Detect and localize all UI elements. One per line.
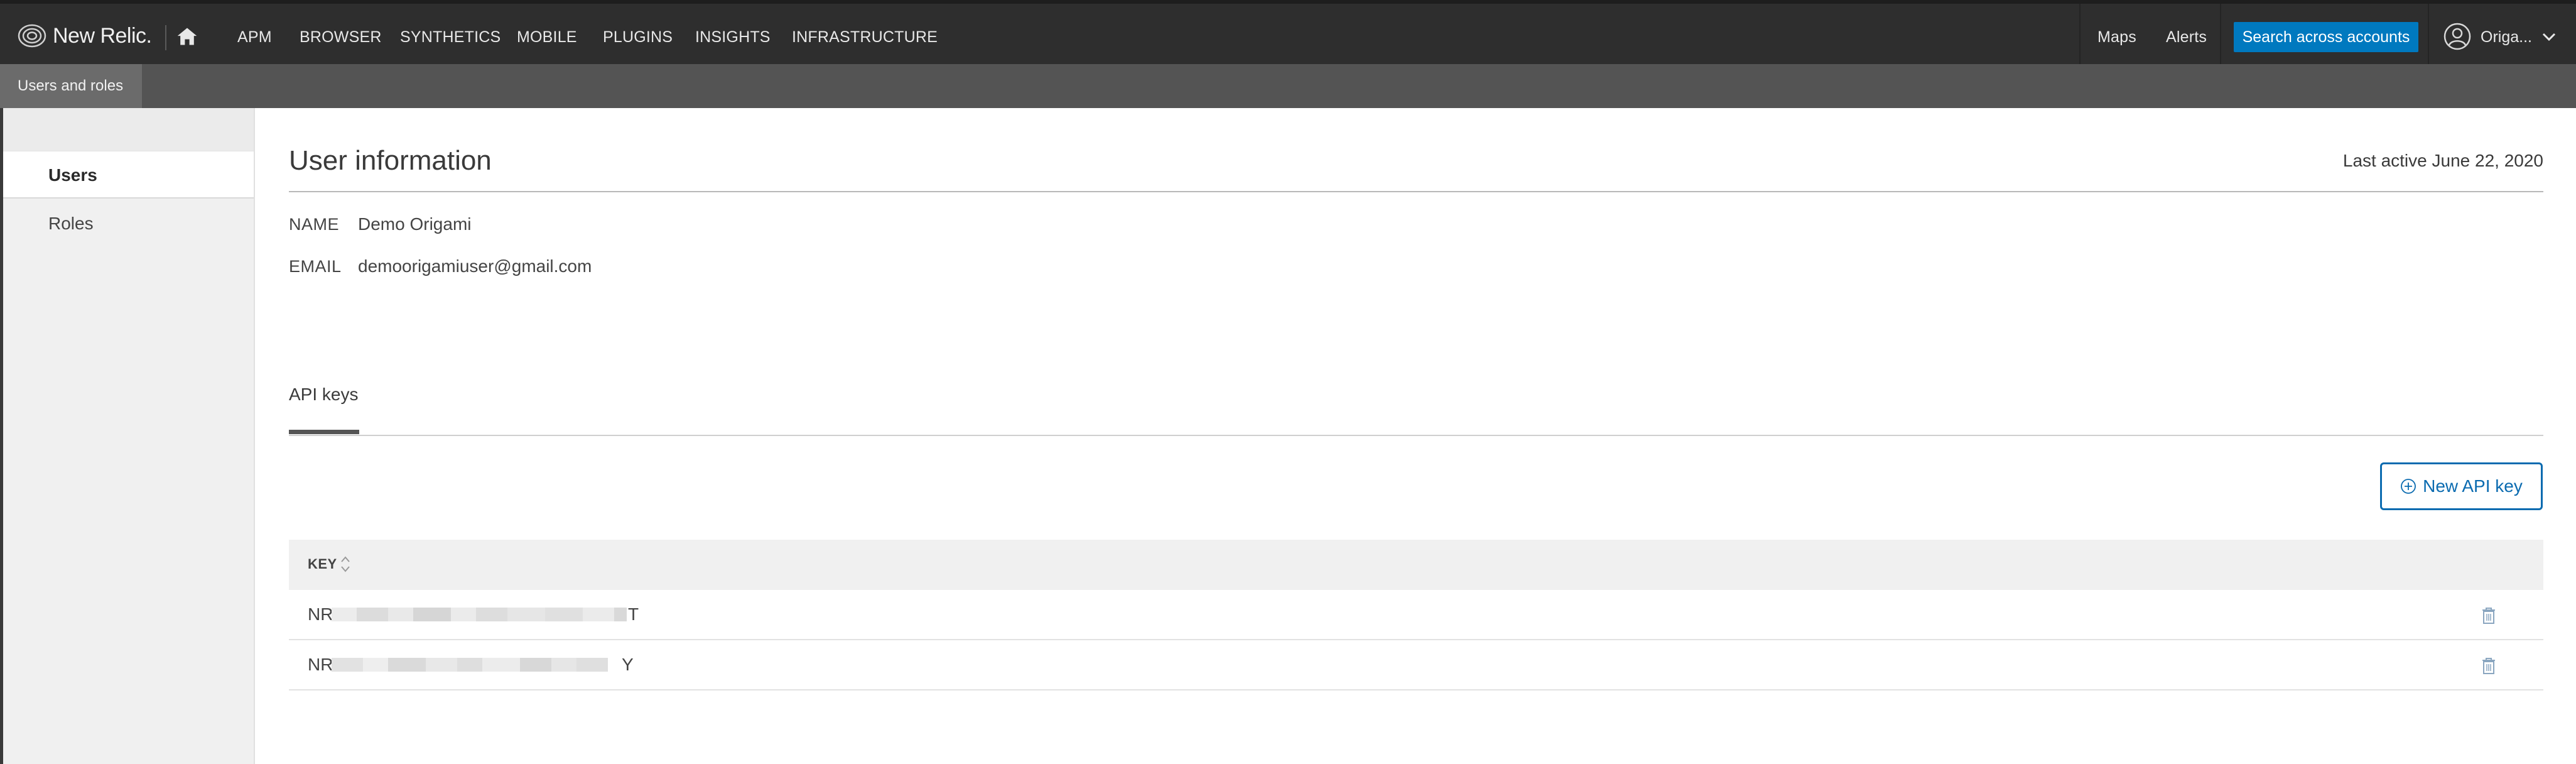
nav-alerts[interactable]: Alerts xyxy=(2166,28,2207,46)
api-key-suffix: T xyxy=(628,604,639,624)
redacted-key-blur xyxy=(332,608,627,621)
sidebar: Users Roles xyxy=(0,108,255,764)
home-button[interactable] xyxy=(175,24,200,49)
email-value: demoorigamiuser@gmail.com xyxy=(358,256,592,276)
active-tab-indicator xyxy=(289,430,359,434)
last-active-text: Last active June 22, 2020 xyxy=(2342,151,2543,170)
table-row: NR Y xyxy=(289,640,2543,690)
trash-icon[interactable] xyxy=(2481,606,2497,625)
trash-icon[interactable] xyxy=(2481,657,2497,675)
table-header: KEY xyxy=(289,540,2543,590)
new-relic-logo-icon xyxy=(18,24,46,48)
title-divider xyxy=(289,191,2543,192)
nav-divider xyxy=(2079,4,2081,64)
page-title: User information xyxy=(289,145,492,176)
email-label: EMAIL xyxy=(289,257,342,276)
name-value: Demo Origami xyxy=(358,214,472,234)
search-across-accounts-button[interactable]: Search across accounts xyxy=(2234,22,2418,52)
tab-divider xyxy=(289,435,2543,436)
sub-nav-bar: Users and roles xyxy=(0,64,2576,108)
nav-synthetics[interactable]: SYNTHETICS xyxy=(400,28,501,46)
nav-insights[interactable]: INSIGHTS xyxy=(695,28,771,46)
nav-browser[interactable]: BROWSER xyxy=(300,28,382,46)
nav-apm[interactable]: APM xyxy=(237,28,272,46)
api-key-prefix: NR xyxy=(308,604,333,624)
nav-mobile[interactable]: MOBILE xyxy=(517,28,577,46)
home-icon xyxy=(177,28,197,45)
name-label: NAME xyxy=(289,215,340,234)
account-menu-label[interactable]: Origa... xyxy=(2481,28,2532,46)
sidebar-item-users[interactable]: Users xyxy=(3,151,254,199)
user-avatar-icon[interactable] xyxy=(2443,23,2471,50)
new-api-key-button[interactable]: New API key xyxy=(2380,462,2543,510)
nav-plugins[interactable]: PLUGINS xyxy=(603,28,673,46)
plus-circle-icon xyxy=(2401,479,2416,494)
nav-divider xyxy=(2220,4,2221,64)
sidebar-item-roles[interactable]: Roles xyxy=(3,200,254,248)
new-relic-logo[interactable]: New Relic. xyxy=(16,21,152,50)
logo-divider xyxy=(165,25,166,50)
api-key-suffix: Y xyxy=(622,655,634,674)
nav-maps[interactable]: Maps xyxy=(2097,28,2136,46)
chevron-down-icon[interactable] xyxy=(2541,29,2557,45)
logo-text: New Relic. xyxy=(53,23,152,48)
sort-icon[interactable] xyxy=(339,554,352,575)
column-header-key[interactable]: KEY xyxy=(308,555,337,574)
api-key-prefix: NR xyxy=(308,655,333,674)
top-nav-bar: New Relic. APM BROWSER SYNTHETICS MOBILE… xyxy=(0,0,2576,64)
tab-users-and-roles[interactable]: Users and roles xyxy=(0,64,142,108)
redacted-key-blur xyxy=(332,658,608,672)
sidebar-header xyxy=(3,108,254,151)
nav-divider xyxy=(2428,4,2429,64)
tab-api-keys[interactable]: API keys xyxy=(289,384,358,405)
new-api-key-label: New API key xyxy=(2423,476,2523,496)
table-row: NR T xyxy=(289,590,2543,640)
nav-infrastructure[interactable]: INFRASTRUCTURE xyxy=(792,28,938,46)
window-edge xyxy=(0,108,3,764)
